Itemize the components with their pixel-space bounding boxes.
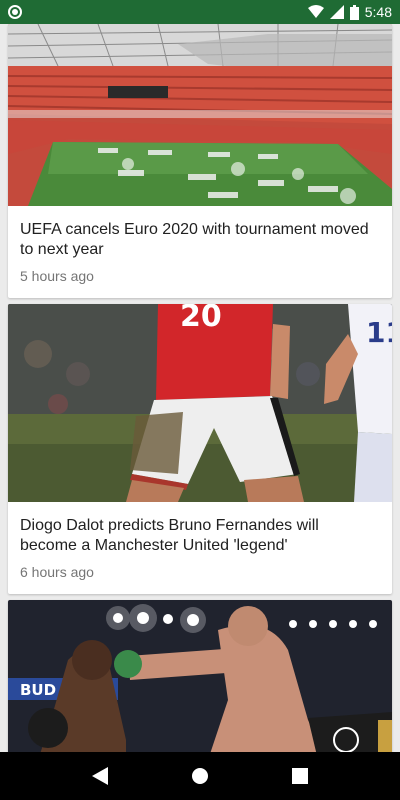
svg-text:11: 11 — [366, 316, 392, 349]
svg-text:20: 20 — [180, 304, 222, 334]
battery-icon — [349, 4, 359, 20]
article-time: 6 hours ago — [20, 564, 94, 580]
signal-icon — [329, 5, 344, 19]
navigation-bar — [0, 752, 400, 800]
article-title: Diogo Dalot predicts Bruno Fernandes wil… — [20, 517, 319, 554]
home-icon — [192, 768, 208, 784]
home-button[interactable] — [180, 756, 220, 796]
wifi-icon — [307, 5, 324, 18]
news-card[interactable]: BUD LIGH — [8, 600, 392, 752]
news-card[interactable]: UEFA cancels Euro 2020 with tournament m… — [8, 24, 392, 298]
notification-icon — [8, 5, 22, 19]
recents-icon — [292, 768, 308, 784]
news-feed[interactable]: UEFA cancels Euro 2020 with tournament m… — [0, 24, 400, 752]
news-card[interactable]: 20 11 Diogo Dalot predicts Bruno Fernand… — [8, 304, 392, 594]
recents-button[interactable] — [280, 756, 320, 796]
status-time: 5:48 — [364, 4, 392, 20]
status-bar: 5:48 — [0, 0, 400, 24]
stadium-photo — [8, 24, 392, 206]
article-time: 5 hours ago — [20, 268, 94, 284]
football-player-photo: 20 11 — [8, 304, 392, 502]
boxing-photo: BUD LIGH — [8, 600, 392, 752]
back-icon — [92, 767, 108, 785]
back-button[interactable] — [80, 756, 120, 796]
article-title: UEFA cancels Euro 2020 with tournament m… — [20, 221, 369, 258]
